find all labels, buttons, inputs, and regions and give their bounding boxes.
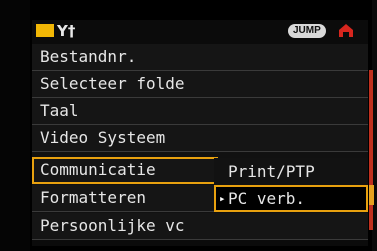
menu-item-label: Selecteer folde [40, 74, 185, 93]
menu-item-label: Persoonlijke vc [40, 216, 185, 235]
selected-arrow-icon: ▸ [219, 192, 226, 205]
camera-body-red-edge [369, 70, 373, 230]
print-icon[interactable] [336, 23, 356, 39]
menu-header: Υ† JUMP [32, 20, 368, 44]
submenu-option-pc-verb[interactable]: ▸ PC verb. [214, 185, 368, 212]
communication-submenu: Print/PTP ▸ PC verb. [214, 158, 368, 212]
jump-button[interactable]: JUMP [288, 24, 326, 38]
menu-item-label: Bestandnr. [40, 47, 137, 66]
menu-item-label: Video Systeem [40, 128, 166, 147]
submenu-option-label: PC verb. [228, 189, 306, 208]
menu-item-taal[interactable]: Taal [32, 98, 368, 125]
menu-item-formatteren[interactable]: Formatteren [32, 185, 214, 212]
submenu-option-print-ptp[interactable]: Print/PTP [214, 158, 368, 185]
menu-item-communicatie[interactable]: Communicatie [32, 157, 218, 184]
menu-item-bestandnr[interactable]: Bestandnr. [32, 44, 368, 71]
frame-left-edge [0, 0, 30, 251]
menu-item-selecteer-folder[interactable]: Selecteer folde [32, 71, 368, 98]
menu-item-label: Taal [40, 101, 79, 120]
settings-tab-icon[interactable]: Υ† [57, 21, 75, 41]
submenu-option-label: Print/PTP [228, 162, 315, 181]
camera-lcd-photo: Υ† JUMP Bestandnr. Selecteer folde Taal … [0, 0, 377, 251]
camera-body-orange-edge [369, 185, 374, 205]
menu-item-video-systeem[interactable]: Video Systeem [32, 125, 368, 152]
menu-item-label: Formatteren [40, 188, 146, 207]
lcd-screen: Υ† JUMP Bestandnr. Selecteer folde Taal … [32, 20, 368, 246]
active-tab-indicator[interactable] [36, 24, 54, 37]
screen-bottom-edge [32, 240, 368, 246]
menu-item-persoonlijke-voorkeuren[interactable]: Persoonlijke vc [32, 213, 368, 240]
menu-item-label: Communicatie [40, 160, 156, 179]
